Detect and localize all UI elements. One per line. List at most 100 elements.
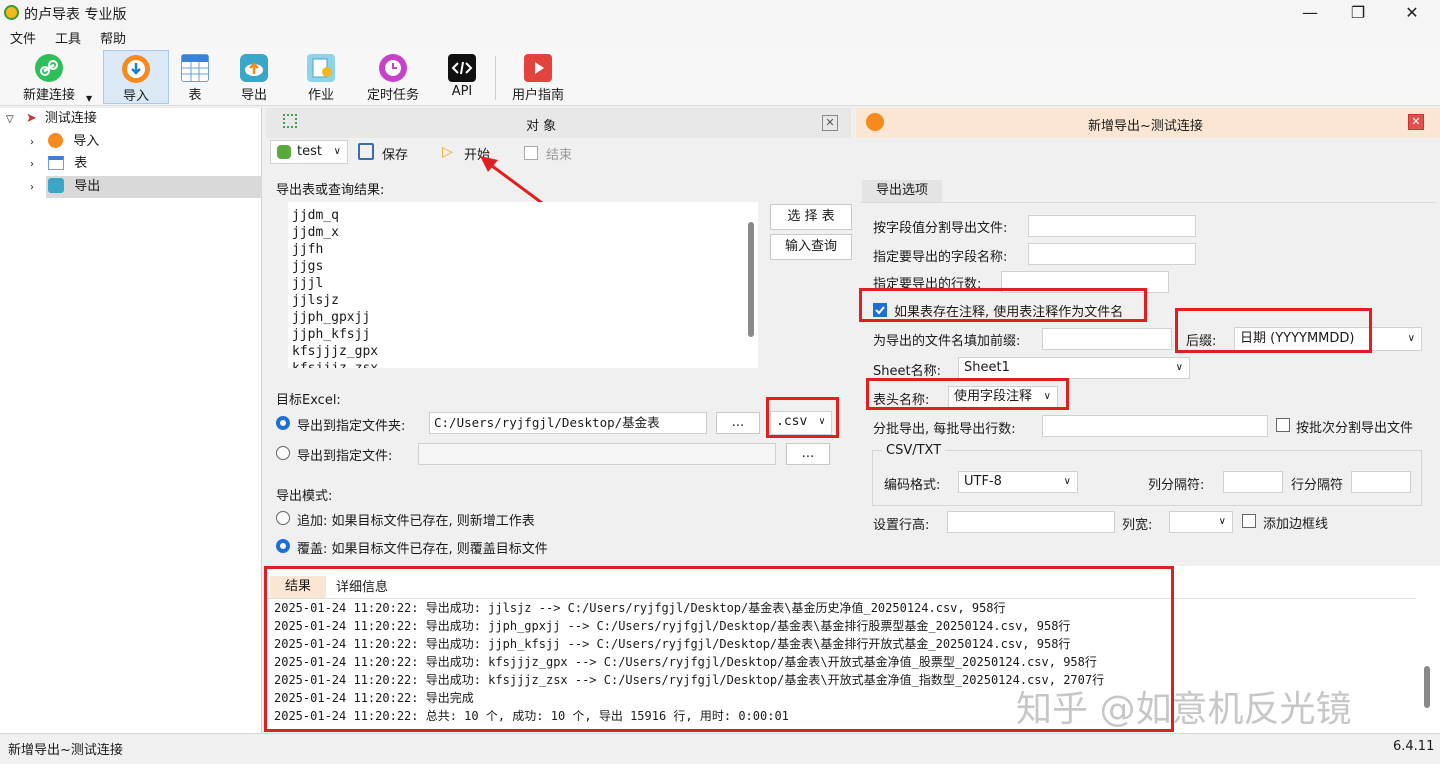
table-icon [48,156,65,170]
video-icon [524,54,552,82]
field-names-input[interactable] [1028,243,1196,265]
menu-tools[interactable]: 工具 [55,28,81,47]
export-file-label: 导出到指定文件: [297,449,393,464]
browse-file-button[interactable]: ... [786,443,830,465]
table-list-item[interactable]: jjph_gpxjj [292,310,370,325]
toolbar-divider [495,56,496,100]
menu-help[interactable]: 帮助 [100,28,126,47]
batch-rows-input[interactable] [1042,415,1268,437]
table-list[interactable]: jjdm_q jjdm_x jjfh jjgs jjjl jjlsjz jjph… [288,202,758,368]
export-options-panel: 新增导出~测试连接 ✕ 导出选项 按字段值分割导出文件: 指定要导出的字段名称:… [856,108,1440,566]
folder-path-input[interactable]: C:/Users/ryjfgjl/Desktop/基金表 [429,412,707,434]
new-connection-label: 新建连接 [22,88,75,103]
annotation-box [866,378,1069,410]
menu-bar: 文件 工具 帮助 [0,26,1440,48]
select-table-button[interactable]: 选 择 表 [770,204,852,230]
tree-root-label: 测试连接 [44,111,97,126]
import-icon [48,133,64,148]
chevron-down-icon: ∨ [1063,476,1071,487]
table-list-item[interactable]: jjdm_x [292,225,339,240]
batch-split-checkbox[interactable] [1276,418,1290,432]
border-checkbox[interactable] [1242,514,1256,528]
table-list-scrollbar[interactable] [748,222,754,337]
chevron-down-icon: ∨ [1407,333,1415,344]
append-radio[interactable] [276,511,290,525]
maximize-button[interactable]: ❐ [1338,2,1378,24]
batch-split-label: 按批次分割导出文件 [1296,421,1414,436]
table-list-item[interactable]: jjjl [292,276,323,291]
save-icon [358,143,374,160]
table-list-item[interactable]: jjfh [292,242,323,257]
version-text: 6.4.11 [1393,739,1435,754]
export-file-radio[interactable] [276,446,290,460]
overwrite-label: 覆盖: 如果目标文件已存在, 则覆盖目标文件 [297,542,548,557]
chevron-right-icon[interactable]: › [30,137,34,148]
dialog-close-button[interactable]: ✕ [1408,114,1424,130]
close-button[interactable]: ✕ [1392,2,1432,24]
overwrite-radio[interactable] [276,539,290,553]
table-list-item[interactable]: jjgs [292,259,323,274]
col-sep-input[interactable] [1223,471,1283,493]
tree-item-label: 导出 [74,179,101,194]
toolbar: 新建连接 ▼ 导入 表 导出 作业 定时任务 API 用户指南 [0,48,1440,106]
table-list-item[interactable]: jjph_kfsjj [292,327,370,342]
scheduled-task-button[interactable]: 定时任务 [361,50,425,104]
export-folder-label: 导出到指定文件夹: [297,419,406,434]
tree-item-export[interactable]: › 导出 [30,176,100,198]
table-list-item[interactable]: jjlsjz [292,293,339,308]
grid-icon [283,114,297,128]
target-excel-label: 目标Excel: [276,393,341,408]
split-field-input[interactable] [1028,215,1196,237]
chevron-right-icon[interactable]: › [30,159,34,170]
log-scrollbar[interactable] [1424,666,1430,708]
link-icon [35,54,63,82]
col-width-select[interactable]: ∨ [1169,511,1233,533]
dialog-title: 新增导出~测试连接 [1088,119,1203,134]
tree-item-import[interactable]: › 导入 [30,131,99,153]
status-text: 新增导出~测试连接 [8,743,123,758]
encoding-label: 编码格式: [884,478,941,493]
tab-export-options[interactable]: 导出选项 [862,180,942,202]
status-bar: 新增导出~测试连接 6.4.11 [0,733,1440,764]
connection-tree: ▽ ➤ 测试连接 › 导入 › 表 › 导出 [0,108,262,733]
menu-file[interactable]: 文件 [10,28,36,47]
table-button[interactable]: 表 [163,50,227,104]
input-query-button[interactable]: 输入查询 [770,234,852,260]
export-mode-label: 导出模式: [276,489,333,504]
import-label: 导入 [122,89,149,104]
table-list-item[interactable]: kfsjjjz_zsx [292,361,378,368]
tree-item-table[interactable]: › 表 [30,153,87,175]
row-height-label: 设置行高: [873,518,930,533]
col-sep-label: 列分隔符: [1148,478,1205,493]
table-list-item[interactable]: kfsjjjz_gpx [292,344,378,359]
row-height-input[interactable] [947,511,1115,533]
encoding-select[interactable]: UTF-8 ∨ [958,471,1078,493]
prefix-input[interactable] [1042,328,1172,350]
export-folder-radio[interactable] [276,416,290,430]
close-panel-button[interactable]: ✕ [822,115,838,131]
connection-icon: ➤ [25,111,37,126]
database-select[interactable]: test ∨ [270,140,348,164]
chevron-down-icon[interactable]: ▽ [6,114,14,125]
save-label: 保存 [382,148,409,163]
chevron-right-icon[interactable]: › [30,182,34,193]
browse-folder-button[interactable]: ... [716,412,760,434]
col-width-label: 列宽: [1122,518,1153,533]
table-list-item[interactable]: jjdm_q [292,208,339,223]
annotation-box [1175,308,1372,353]
sheet-name-select[interactable]: Sheet1 ∨ [958,357,1190,379]
tree-root[interactable]: ▽ ➤ 测试连接 [6,108,97,130]
job-button[interactable]: 作业 [289,50,353,104]
api-button[interactable]: API [430,50,494,104]
row-sep-input[interactable] [1351,471,1411,493]
title-bar: 的卢导表 专业版 — ❐ ✕ [0,0,1440,26]
export-button[interactable]: 导出 [222,50,286,104]
file-path-input[interactable] [418,443,776,465]
row-sep-label: 行分隔符 [1291,478,1344,493]
minimize-button[interactable]: — [1290,2,1330,24]
import-button[interactable]: 导入 [103,50,169,104]
dropdown-arrow-icon[interactable]: ▼ [86,94,92,103]
new-connection-button[interactable]: 新建连接 [17,50,81,104]
user-guide-button[interactable]: 用户指南 [506,50,570,104]
export-cloud-icon [48,178,65,193]
